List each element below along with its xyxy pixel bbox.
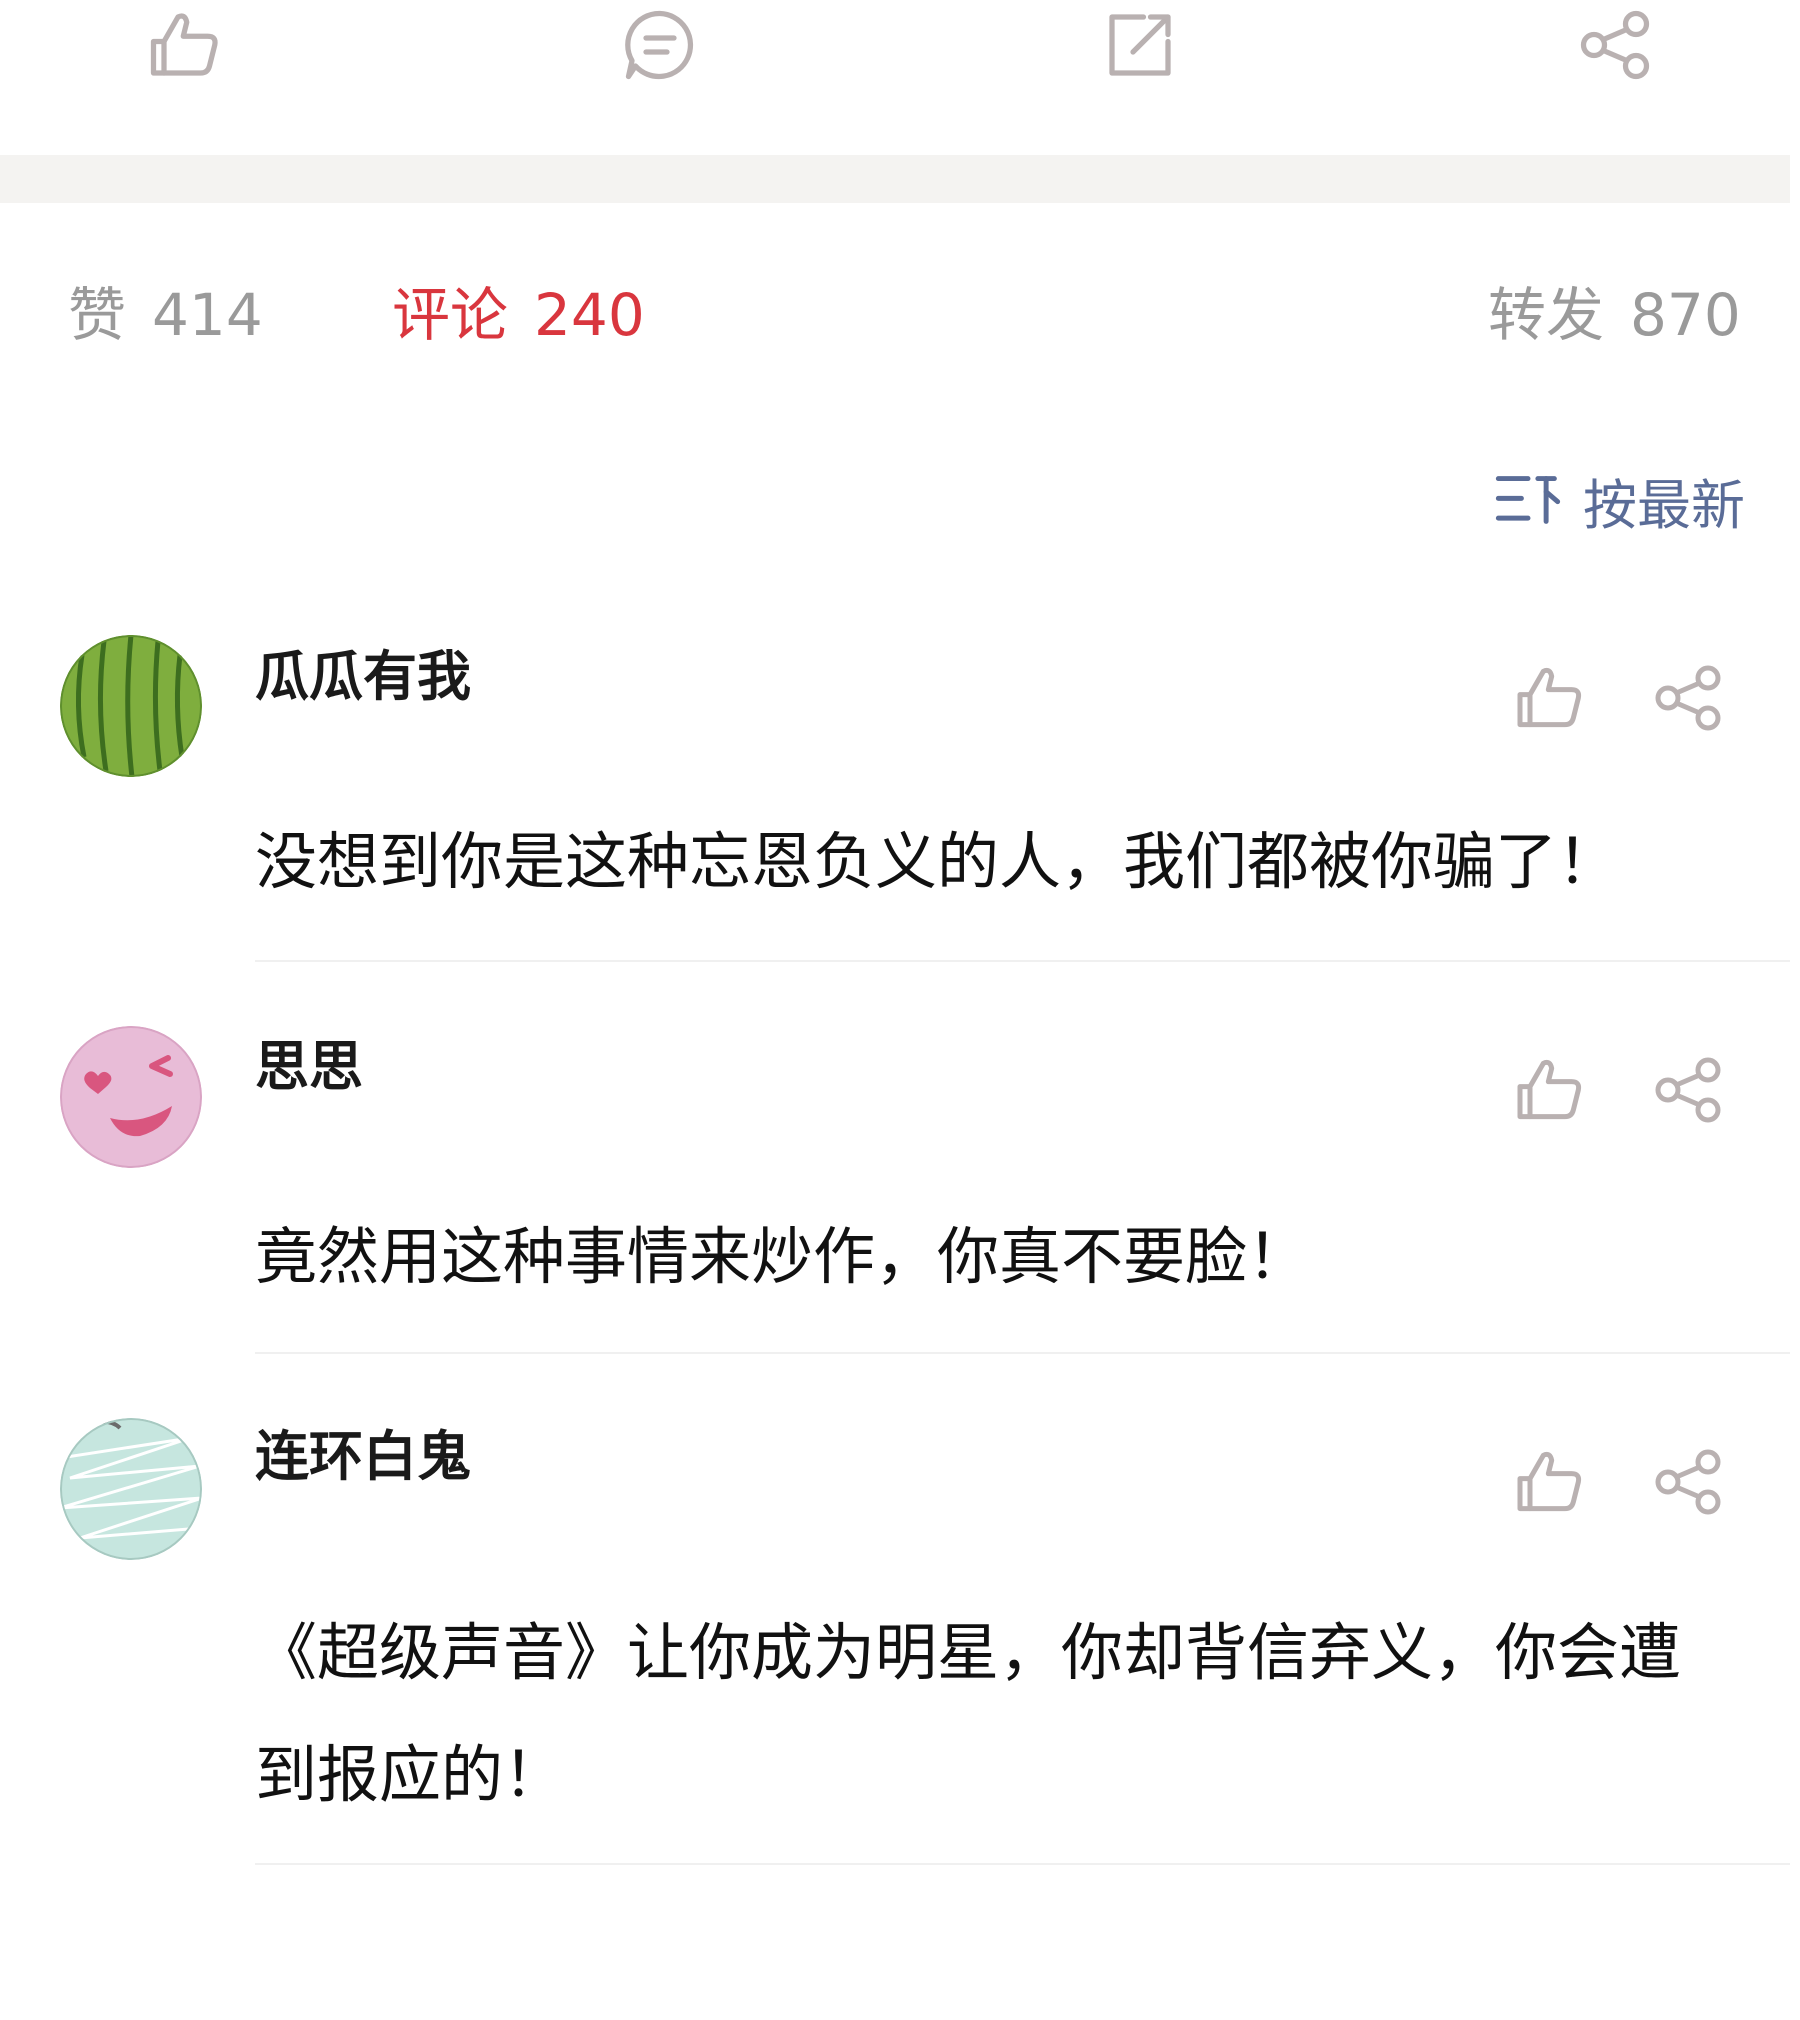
stats-tabs: 赞 414 评论 240 转发 870 xyxy=(0,203,1800,413)
section-divider xyxy=(0,155,1790,203)
username[interactable]: 连环白鬼 xyxy=(255,1422,471,1492)
thumbs-up-icon xyxy=(150,13,218,76)
repost-icon xyxy=(1109,14,1171,76)
sort-label: 按最新 xyxy=(1583,473,1745,537)
sort-by-newest-button[interactable]: 按最新 xyxy=(1495,460,1745,540)
reposts-count: 870 xyxy=(1630,281,1741,349)
comment-like-button[interactable] xyxy=(1510,1050,1590,1130)
post-action-bar xyxy=(0,0,1800,155)
mint-pattern-avatar xyxy=(60,1418,202,1560)
share-icon xyxy=(1655,1449,1721,1515)
tab-comments[interactable]: 评论 240 xyxy=(392,275,645,355)
comment-like-button[interactable] xyxy=(1510,658,1590,738)
share-icon xyxy=(1655,665,1721,731)
avatar[interactable] xyxy=(60,1026,202,1168)
avatar[interactable] xyxy=(60,635,202,777)
likes-label: 赞 xyxy=(68,281,127,349)
username[interactable]: 瓜瓜有我 xyxy=(255,642,471,712)
likes-count: 414 xyxy=(152,281,263,349)
share-icon xyxy=(1655,1057,1721,1123)
comment-share-button[interactable] xyxy=(1648,658,1728,738)
comments-count: 240 xyxy=(534,281,645,349)
comment-divider xyxy=(255,1863,1790,1865)
like-button[interactable] xyxy=(135,0,235,90)
comment-text: 没想到你是这种忘恩负义的人，我们都被你骗了！ xyxy=(255,825,1620,898)
thumbs-up-icon xyxy=(1517,1059,1582,1120)
thumbs-up-icon xyxy=(1517,667,1582,728)
comment-like-button[interactable] xyxy=(1510,1442,1590,1522)
share-button[interactable] xyxy=(1565,0,1665,90)
watermelon-avatar xyxy=(60,635,202,777)
username[interactable]: 思思 xyxy=(255,1032,363,1102)
comment-text: 《超级声音》让你成为明星，你却背信弃义，你会遭到报应的！ xyxy=(255,1616,1682,1811)
avatar[interactable] xyxy=(60,1418,202,1560)
reposts-label: 转发 xyxy=(1488,281,1605,349)
comment-text: 竟然用这种事情来炒作，你真不要脸！ xyxy=(255,1220,1310,1293)
wink-face-avatar xyxy=(60,1026,202,1168)
comment-divider xyxy=(255,960,1790,962)
tab-likes[interactable]: 赞 414 xyxy=(68,275,263,355)
share-icon xyxy=(1580,10,1650,80)
repost-button[interactable] xyxy=(1090,0,1190,90)
comment-icon xyxy=(625,10,694,80)
comment-share-button[interactable] xyxy=(1648,1442,1728,1522)
tab-reposts[interactable]: 转发 870 xyxy=(1488,275,1741,355)
comments-label: 评论 xyxy=(392,281,509,349)
sort-icon xyxy=(1495,476,1561,524)
comment-button[interactable] xyxy=(610,0,710,90)
thumbs-up-icon xyxy=(1517,1451,1582,1512)
comment-share-button[interactable] xyxy=(1648,1050,1728,1130)
comment-divider xyxy=(255,1352,1790,1354)
